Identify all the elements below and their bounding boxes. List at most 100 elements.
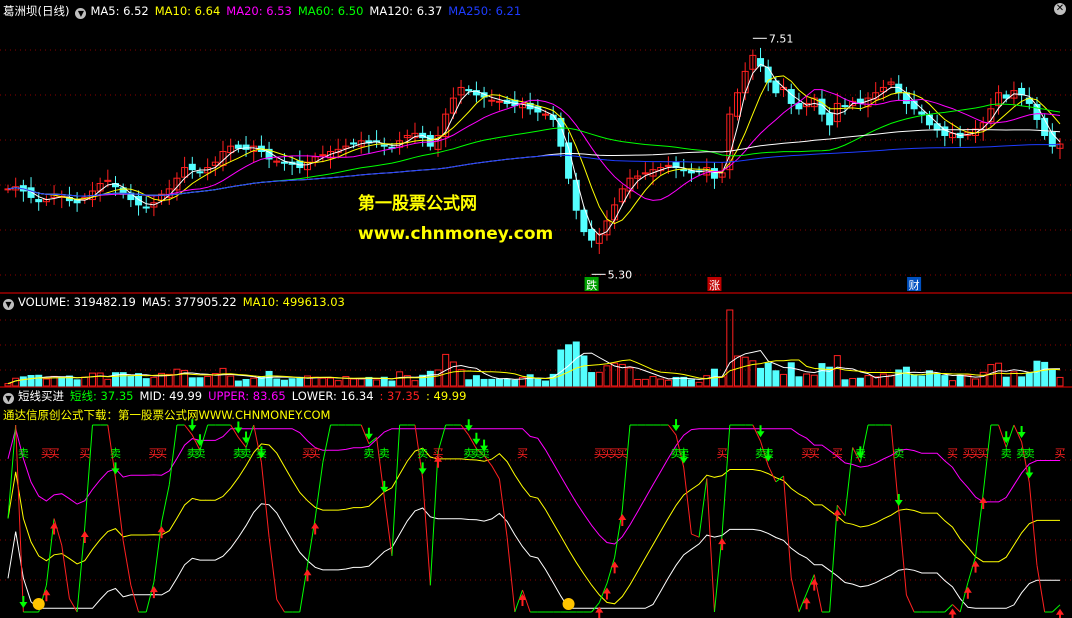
- short-line-segment: [829, 505, 838, 613]
- short-line-segment: [506, 537, 516, 613]
- short-line-segment: [698, 478, 708, 538]
- short-line-segment: [713, 534, 723, 613]
- volume-bar: [879, 373, 887, 387]
- volume-bar: [641, 378, 649, 387]
- buy-arrow: [963, 586, 972, 599]
- volume-bar: [265, 370, 273, 387]
- volume-bar: [948, 380, 956, 387]
- ma20-line: [7, 89, 1061, 201]
- buy-arrow: [80, 531, 89, 543]
- volume-bar: [703, 375, 711, 387]
- volume-bar: [334, 380, 342, 387]
- volume-bar: [357, 378, 365, 387]
- candle-body: [826, 112, 834, 126]
- volume-bar: [1002, 376, 1010, 387]
- short-line-segment: [45, 518, 55, 586]
- sell-label: 卖: [18, 447, 29, 460]
- candle-body: [350, 142, 358, 145]
- short-line-segment: [115, 478, 124, 541]
- volume-bar: [795, 376, 803, 387]
- volume-bar: [895, 369, 903, 387]
- ma5-line: [7, 63, 1061, 236]
- short-line-segment: [1036, 565, 1046, 613]
- volume-bar: [388, 380, 396, 387]
- short-line-segment: [998, 424, 1007, 448]
- candle-body: [426, 134, 434, 147]
- chevron-down-icon[interactable]: ▼: [3, 299, 14, 310]
- volume-bar: [142, 378, 150, 387]
- chevron-down-icon[interactable]: ▼: [75, 8, 87, 19]
- volume-bar: [1025, 372, 1033, 387]
- sell-label: 卖: [678, 447, 689, 460]
- short-line-segment: [522, 589, 531, 613]
- ma20-readout: MA20: 6.53: [226, 4, 292, 18]
- candle-body: [142, 206, 150, 209]
- candle-body: [488, 99, 496, 102]
- buy-label: 买: [947, 447, 958, 460]
- buy-arrow: [518, 594, 527, 606]
- short-line-readout: 短线: 37.35: [70, 389, 134, 403]
- volume-bar: [864, 375, 872, 387]
- volume-bar: [280, 379, 288, 387]
- volume-bar: [687, 379, 695, 387]
- upper-readout: UPPER: 83.65: [208, 389, 286, 403]
- volume-bar: [626, 367, 634, 387]
- volume-bar: [741, 356, 749, 387]
- ma250-readout: MA250: 6.21: [448, 4, 522, 18]
- volume-bar: [196, 377, 204, 387]
- ma10-line: [7, 75, 1061, 225]
- volume-bar: [995, 362, 1003, 387]
- volume-bar: [88, 372, 96, 387]
- sell-label: 卖: [241, 447, 252, 460]
- short-line-segment: [53, 518, 63, 546]
- volume-bar: [457, 369, 465, 387]
- watermark-title: 第一股票公式网: [358, 194, 477, 214]
- candle-body: [918, 111, 926, 115]
- volume-bar: [35, 374, 43, 387]
- ma10-readout: MA10: 6.64: [154, 4, 221, 18]
- short-line-segment: [783, 475, 792, 579]
- volume-bar: [150, 376, 158, 387]
- short-line-segment: [168, 424, 178, 485]
- buy-label: 买: [717, 447, 728, 460]
- buy-label: 买: [809, 447, 820, 460]
- volume-bar: [925, 370, 933, 387]
- close-icon[interactable]: ✕: [1054, 3, 1066, 15]
- buy-arrow: [610, 561, 619, 574]
- volume-bar: [1056, 376, 1064, 387]
- candle-body: [319, 154, 327, 157]
- short-line-segment: [491, 465, 500, 480]
- chevron-down-icon[interactable]: ▼: [3, 393, 14, 404]
- event-tag: 跌: [586, 278, 597, 292]
- high-label: 7.51: [769, 32, 794, 45]
- short-line-segment: [68, 598, 78, 613]
- buy-label: 买: [49, 447, 60, 460]
- candle-body: [925, 114, 933, 126]
- buy-label: 买: [978, 447, 989, 460]
- sell-arrow: [464, 419, 473, 432]
- volume-bar: [495, 378, 503, 387]
- volume-bar: [818, 363, 826, 387]
- volume-ma10-readout: MA10: 499613.03: [242, 295, 345, 309]
- sell-arrow: [1002, 431, 1011, 444]
- short-line-segment: [1028, 482, 1038, 566]
- volume-bar: [780, 373, 788, 387]
- volume-bar: [296, 376, 304, 387]
- sell-arrow: [242, 431, 251, 444]
- volume-bar: [173, 368, 181, 387]
- short-line-segment: [1005, 424, 1015, 448]
- chart-title: 葛洲坝(日线): [3, 4, 70, 18]
- volume-bar: [726, 309, 734, 387]
- indicator-note: 通达信原创公式下载：第一股票公式网WWW.CHNMONEY.COM: [3, 408, 331, 422]
- short-line-segment: [61, 545, 70, 599]
- buy-label: 买: [617, 447, 628, 460]
- candle-body: [841, 105, 849, 108]
- smiley-icon: [562, 598, 575, 610]
- short-line-segment: [967, 556, 977, 583]
- buy-arrow: [971, 560, 980, 573]
- volume-bar: [634, 378, 642, 387]
- volume-bar: [941, 375, 949, 387]
- short-line-segment: [514, 589, 523, 613]
- volume-bar: [350, 378, 358, 387]
- upper-line: [7, 428, 1060, 545]
